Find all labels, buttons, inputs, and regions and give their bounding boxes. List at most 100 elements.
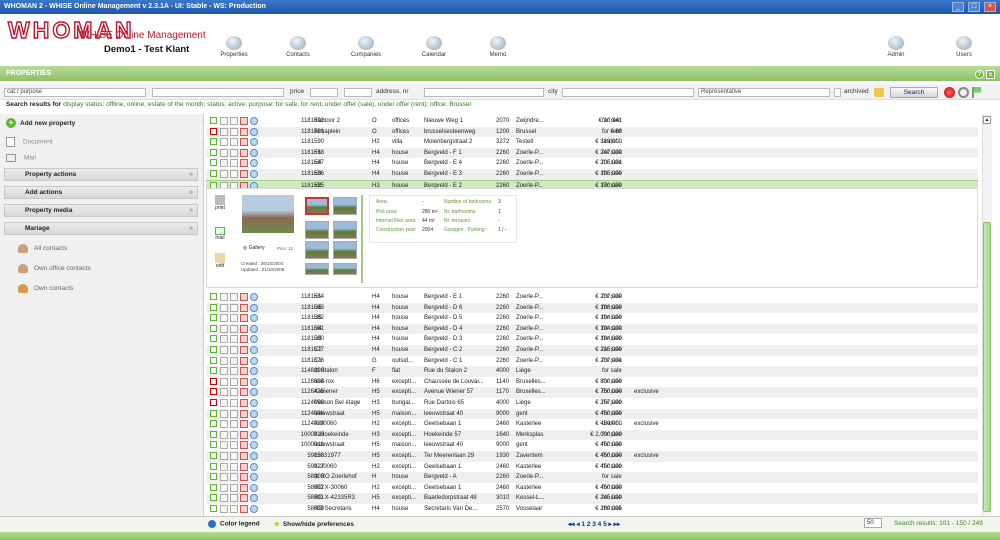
maximize-icon[interactable]: □: [968, 2, 980, 12]
table-row[interactable]: 58901 RO X-42335R3 H5 excepti... Baarledorps…: [206, 493, 978, 504]
print-icon[interactable]: [240, 483, 248, 492]
edit-icon[interactable]: [230, 356, 238, 365]
row-checkbox[interactable]: [210, 293, 217, 300]
row-checkbox[interactable]: [210, 452, 217, 459]
row-checkbox[interactable]: [210, 346, 217, 353]
preview-icon[interactable]: [220, 335, 228, 344]
own-contacts-link[interactable]: Own contacts: [18, 284, 73, 293]
print-icon[interactable]: [240, 473, 248, 482]
photo-thumbnail[interactable]: [333, 263, 357, 275]
print-icon[interactable]: [240, 377, 248, 386]
row-checkbox[interactable]: [210, 462, 217, 470]
preview-icon[interactable]: [220, 314, 228, 323]
row-checkbox[interactable]: [210, 505, 217, 512]
thumb-scrollbar[interactable]: [361, 195, 363, 283]
table-row[interactable]: 1181580 D3 H4 house Bergveld - D 3 2260 Zoerle…: [206, 334, 978, 345]
edit-icon[interactable]: [230, 377, 238, 386]
price-min-input[interactable]: [310, 88, 338, 97]
address-input[interactable]: [424, 88, 544, 97]
web-icon[interactable]: [250, 377, 258, 386]
close-icon[interactable]: ×: [984, 2, 996, 12]
print-icon[interactable]: [240, 303, 248, 312]
edit-icon[interactable]: [230, 127, 238, 136]
table-row[interactable]: 1126698 test-rox H6 excepti... Chaussée de L…: [206, 377, 978, 388]
print-icon[interactable]: [240, 462, 248, 471]
row-checkbox[interactable]: [210, 377, 217, 385]
close-section-icon[interactable]: x: [986, 70, 995, 79]
print-icon[interactable]: [240, 293, 248, 301]
edit-icon[interactable]: [230, 452, 238, 460]
row-checkbox[interactable]: [210, 399, 217, 406]
edit-icon[interactable]: [230, 367, 238, 376]
show-preferences-button[interactable]: ★ Show/hide preferences: [274, 520, 354, 528]
edit-icon[interactable]: [230, 346, 238, 354]
print-icon[interactable]: [240, 399, 248, 407]
search-button[interactable]: Search: [890, 87, 938, 98]
preview-icon[interactable]: [220, 293, 228, 301]
table-row[interactable]: 59027 X-30060 H2 excepti... Geelsebaan 1 2460…: [206, 462, 978, 473]
print-icon[interactable]: [240, 430, 248, 439]
next-page-icon[interactable]: ▸ ▸▸: [607, 521, 621, 528]
web-icon[interactable]: [250, 388, 258, 397]
row-checkbox[interactable]: [210, 117, 217, 124]
preview-icon[interactable]: [220, 170, 228, 178]
preview-icon[interactable]: [220, 462, 228, 471]
table-row[interactable]: 1000019 X-Hoekeinde H3 excepti... Hoekeinde …: [206, 429, 978, 441]
web-icon[interactable]: [250, 356, 258, 365]
web-icon[interactable]: [250, 473, 258, 482]
all-contacts-link[interactable]: All contacts: [18, 244, 67, 253]
web-icon[interactable]: [250, 148, 258, 157]
edit-icon[interactable]: [230, 399, 238, 407]
preview-icon[interactable]: [220, 441, 228, 450]
preview-icon[interactable]: [220, 388, 228, 397]
preview-icon[interactable]: [220, 473, 228, 482]
row-checkbox[interactable]: [210, 303, 217, 311]
page-size-select[interactable]: 50: [864, 518, 882, 528]
table-row[interactable]: 58900 RO Secretaris H4 house Secretaris Van …: [206, 504, 978, 515]
web-icon[interactable]: [250, 138, 258, 147]
main-photo[interactable]: [242, 195, 294, 233]
preview-icon[interactable]: [220, 159, 228, 168]
help-icon[interactable]: ?: [975, 70, 984, 79]
table-row[interactable]: 1181581 D4 H4 house Bergveld - D 4 2260 Zoerle…: [206, 323, 978, 335]
web-icon[interactable]: [250, 452, 258, 460]
table-row[interactable]: 1181586 E3 H4 house Bergveld - E 3 2260 Zoerle…: [206, 169, 978, 180]
row-checkbox[interactable]: [210, 138, 217, 146]
print-icon[interactable]: [240, 159, 248, 168]
preview-icon[interactable]: [220, 420, 228, 429]
edit-icon[interactable]: [230, 430, 238, 439]
print-icon[interactable]: [240, 138, 248, 147]
price-max-input[interactable]: [344, 88, 372, 97]
print-icon[interactable]: [240, 148, 248, 157]
row-checkbox[interactable]: [210, 494, 217, 502]
web-icon[interactable]: [250, 170, 258, 178]
preview-icon[interactable]: [220, 324, 228, 333]
own-office-contacts-link[interactable]: Own office contacts: [18, 264, 91, 273]
nav-companies[interactable]: Companies: [338, 36, 394, 58]
document-button[interactable]: Document: [6, 137, 53, 147]
preview-icon[interactable]: [220, 452, 228, 460]
purpose-select[interactable]: cat.r purpose: [4, 88, 146, 97]
edit-icon[interactable]: [230, 473, 238, 482]
table-row[interactable]: 1181590 H2 villa Molenbergstraat 2 3272 Teste…: [206, 137, 978, 148]
print-icon[interactable]: [240, 127, 248, 136]
photo-thumbnail[interactable]: [333, 221, 357, 239]
nav-calendar[interactable]: Calendar: [406, 36, 462, 58]
photo-thumbnail[interactable]: [305, 263, 329, 275]
table-row[interactable]: 1181588 F1 H4 house Bergveld - F 1 2260 Zoerle…: [206, 147, 978, 159]
first-page-icon[interactable]: ◂◂ ◂: [568, 521, 581, 528]
property-actions-section[interactable]: Property actions »: [4, 168, 198, 181]
preview-icon[interactable]: [220, 117, 228, 125]
print-icon[interactable]: [240, 420, 248, 429]
web-icon[interactable]: [250, 462, 258, 471]
preview-icon[interactable]: [220, 483, 228, 492]
category-select[interactable]: [152, 88, 284, 97]
edit-icon[interactable]: [230, 505, 238, 513]
row-checkbox[interactable]: [210, 420, 217, 428]
archived-checkbox[interactable]: [834, 88, 841, 97]
web-icon[interactable]: [250, 367, 258, 376]
edit-icon[interactable]: [230, 441, 238, 450]
row-checkbox[interactable]: [210, 409, 217, 417]
edit-icon[interactable]: [230, 303, 238, 312]
row-checkbox[interactable]: [210, 483, 217, 491]
